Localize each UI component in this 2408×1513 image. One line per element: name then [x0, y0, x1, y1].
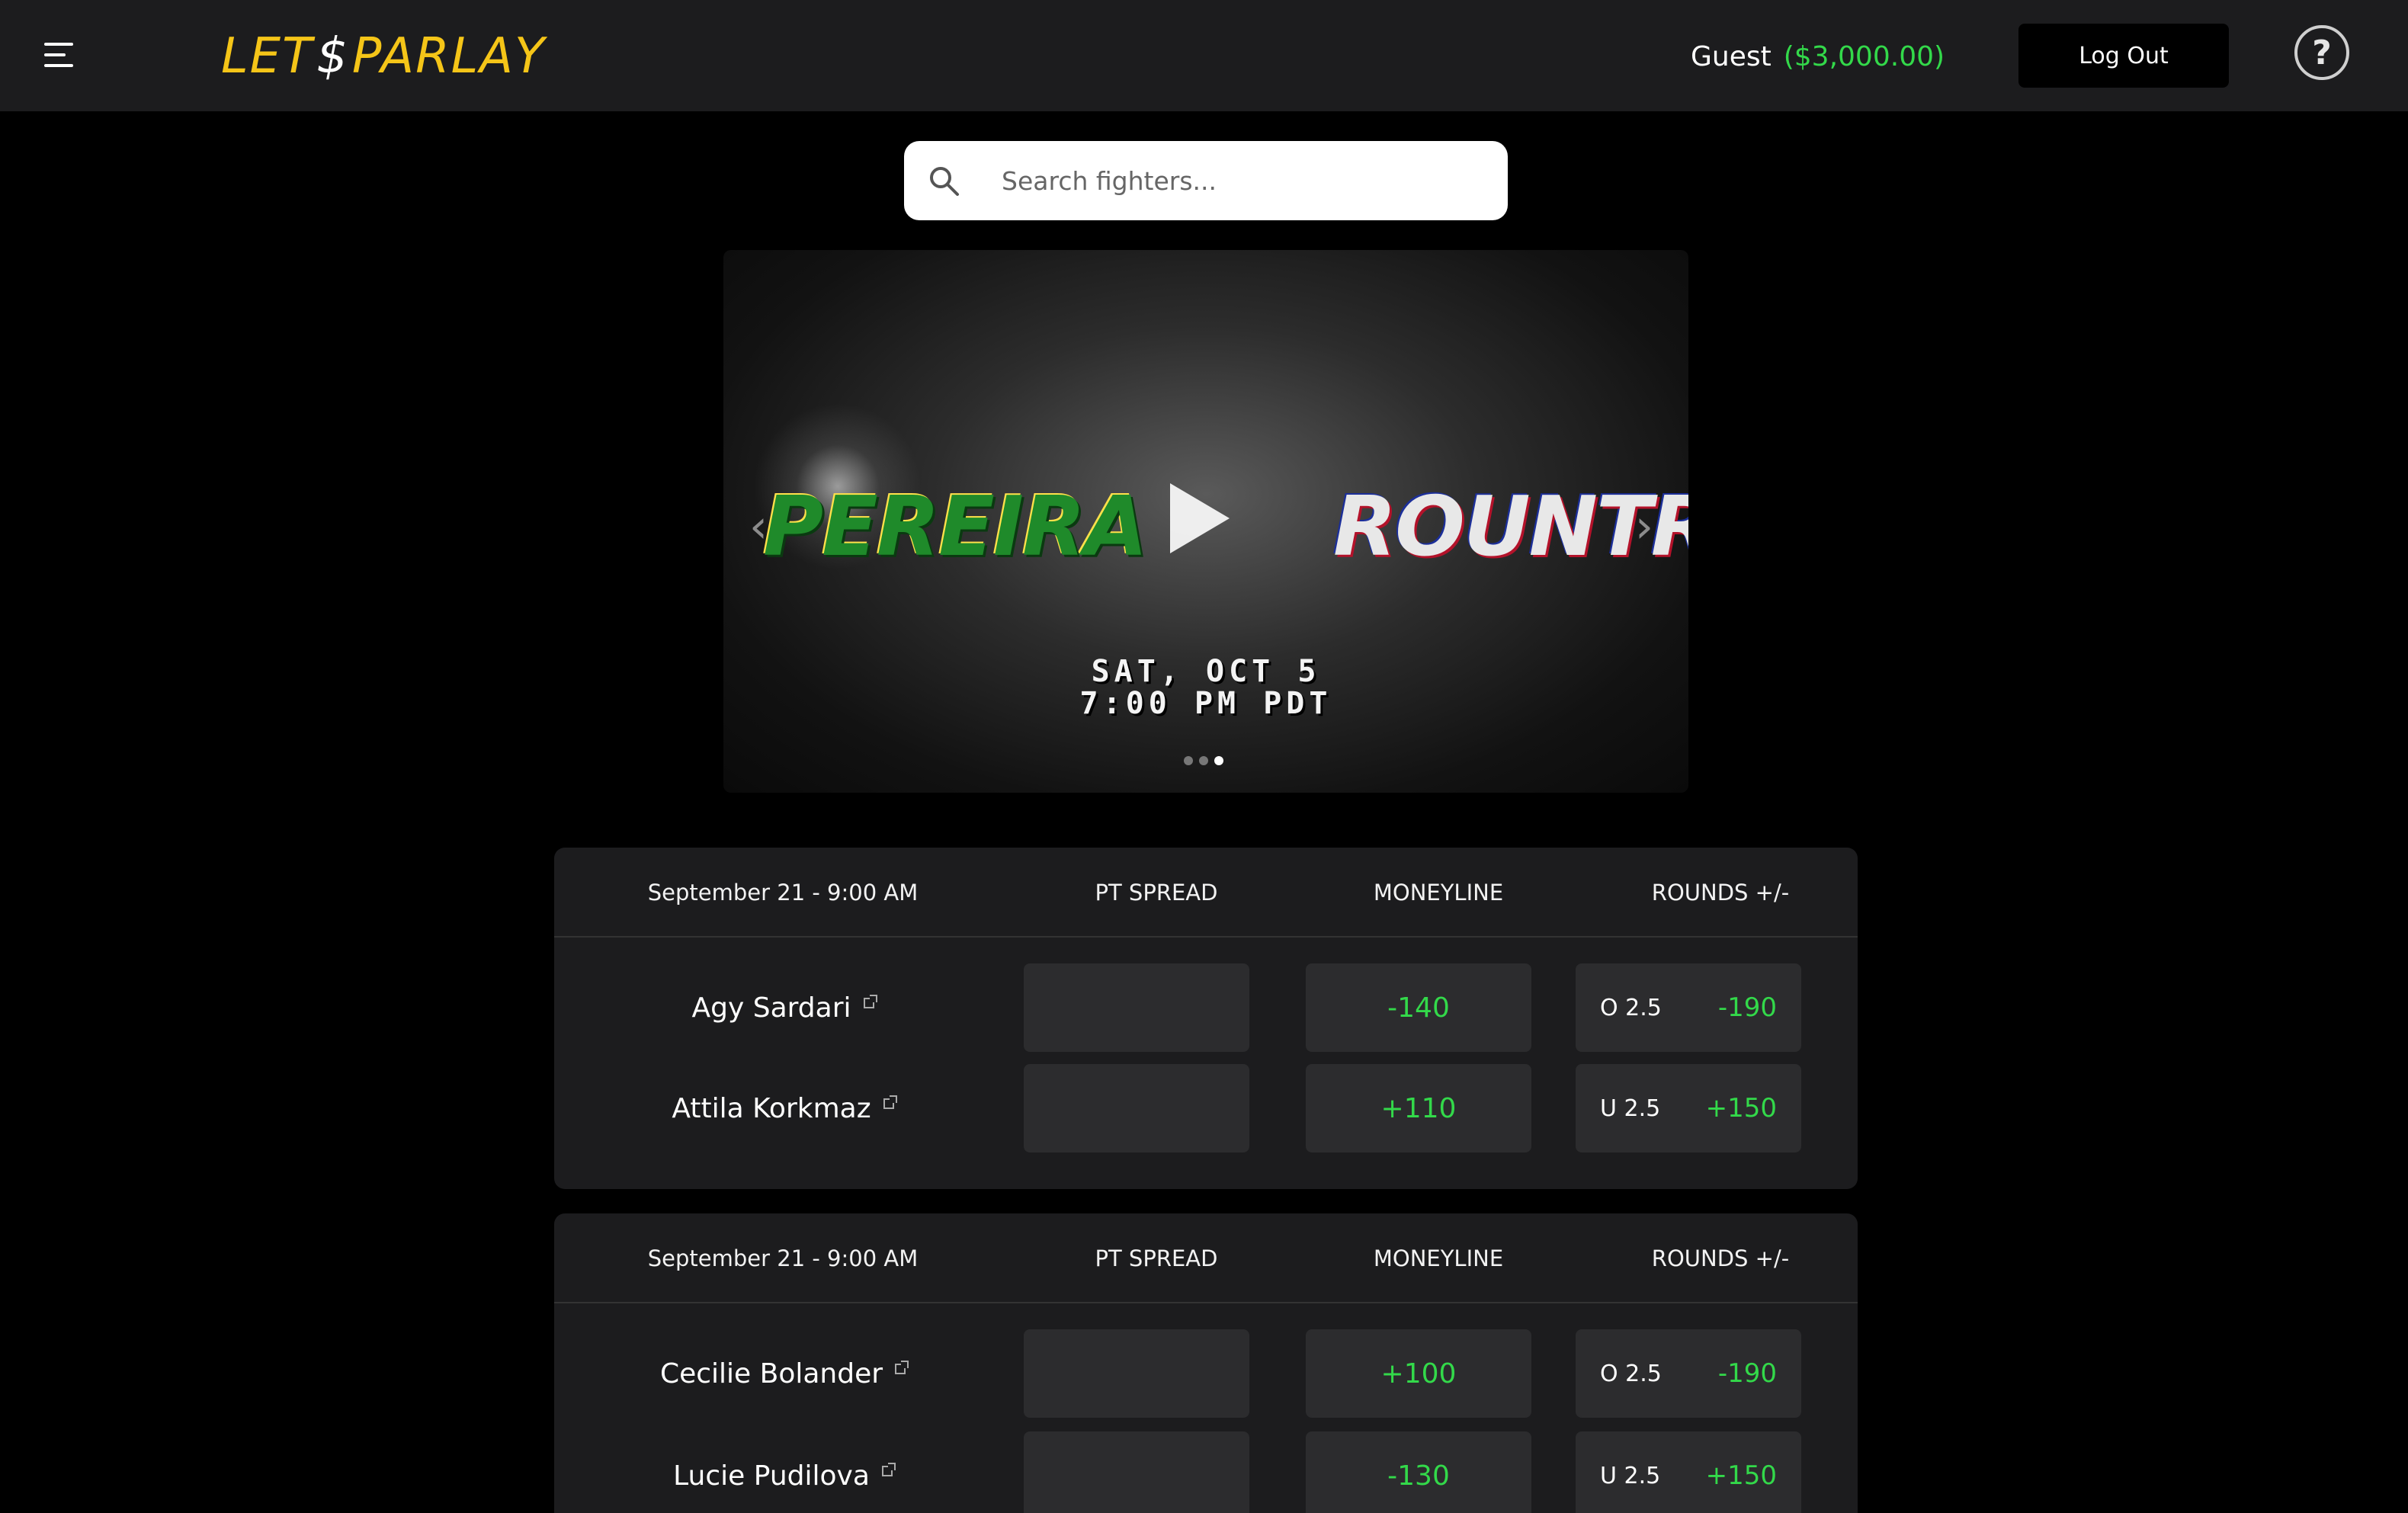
spread-odds-button[interactable] — [1024, 1064, 1249, 1152]
rounds-odds-button[interactable]: O 2.5 -190 — [1576, 1329, 1801, 1418]
account-balance: Guest ($3,000.00) — [1691, 34, 1945, 79]
fighter-name[interactable]: Agy Sardari — [554, 963, 1012, 1052]
external-link-icon[interactable] — [895, 1361, 909, 1374]
play-video-icon[interactable] — [1170, 483, 1230, 553]
rounds-price: +150 — [1705, 1460, 1777, 1491]
banner-fighter-left-name: PEREIRA — [763, 479, 1148, 575]
rounds-line: O 2.5 — [1600, 994, 1662, 1021]
user-name: Guest — [1691, 40, 1772, 72]
hamburger-menu-icon[interactable] — [44, 43, 75, 69]
carousel-indicator — [1184, 756, 1223, 765]
help-icon[interactable]: ? — [2294, 25, 2349, 80]
rounds-odds-button[interactable]: O 2.5 -190 — [1576, 963, 1801, 1052]
rounds-odds-button[interactable]: U 2.5 +150 — [1576, 1064, 1801, 1152]
fight-date: September 21 - 9:00 AM — [647, 880, 919, 906]
moneyline-odds-button[interactable]: -130 — [1306, 1431, 1531, 1513]
fighter-row: Agy Sardari -140 O 2.5 -190 — [554, 963, 1858, 1052]
logo-dollar-symbol: $ — [316, 28, 349, 85]
rounds-line: U 2.5 — [1600, 1095, 1661, 1122]
carousel-prev-arrow-icon[interactable]: ‹ — [749, 500, 768, 553]
balance-amount: ($3,000.00) — [1783, 40, 1945, 72]
carousel-dot[interactable] — [1184, 756, 1193, 765]
event-banner-carousel[interactable]: PEREIRA ROUNTREE ‹ › SAT, OCT 5 7:00 PM … — [723, 250, 1688, 793]
fight-card-header: September 21 - 9:00 AM PT SPREAD MONEYLI… — [554, 1213, 1858, 1303]
spread-odds-button[interactable] — [1024, 1329, 1249, 1418]
top-navbar: LET $ PARLAY Guest ($3,000.00) Log Out ? — [0, 0, 2408, 111]
fighter-row: Attila Korkmaz +110 U 2.5 +150 — [554, 1064, 1858, 1152]
banner-event-time: 7:00 PM PDT — [1079, 686, 1332, 721]
column-header-moneyline: MONEYLINE — [1373, 1245, 1504, 1271]
moneyline-odds-button[interactable]: +110 — [1306, 1064, 1531, 1152]
column-header-moneyline: MONEYLINE — [1373, 880, 1504, 906]
carousel-next-arrow-icon[interactable]: › — [1635, 500, 1653, 553]
fight-card: September 21 - 9:00 AM PT SPREAD MONEYLI… — [554, 1213, 1858, 1513]
column-header-spread: PT SPREAD — [1095, 1245, 1218, 1271]
search-bar — [904, 141, 1508, 220]
column-header-rounds: ROUNDS +/- — [1651, 880, 1790, 906]
app-logo[interactable]: LET $ PARLAY — [221, 26, 546, 87]
external-link-icon[interactable] — [883, 1095, 897, 1109]
logo-text-right: PARLAY — [351, 28, 547, 85]
fighter-name[interactable]: Cecilie Bolander — [554, 1329, 1012, 1418]
external-link-icon[interactable] — [863, 995, 877, 1008]
column-header-rounds: ROUNDS +/- — [1651, 1245, 1790, 1271]
banner-event-date: SAT, OCT 5 — [1091, 654, 1321, 689]
moneyline-odds-button[interactable]: -140 — [1306, 963, 1531, 1052]
rounds-odds-button[interactable]: U 2.5 +150 — [1576, 1431, 1801, 1513]
log-out-button[interactable]: Log Out — [2018, 24, 2229, 88]
column-header-spread: PT SPREAD — [1095, 880, 1218, 906]
rounds-line: O 2.5 — [1600, 1360, 1662, 1387]
carousel-dot[interactable] — [1199, 756, 1208, 765]
carousel-dot-active[interactable] — [1214, 756, 1223, 765]
fight-card: September 21 - 9:00 AM PT SPREAD MONEYLI… — [554, 848, 1858, 1189]
spread-odds-button[interactable] — [1024, 963, 1249, 1052]
search-icon — [930, 167, 959, 196]
fight-card-header: September 21 - 9:00 AM PT SPREAD MONEYLI… — [554, 848, 1858, 938]
fight-date: September 21 - 9:00 AM — [647, 1245, 919, 1271]
external-link-icon[interactable] — [881, 1463, 896, 1476]
spread-odds-button[interactable] — [1024, 1431, 1249, 1513]
fighter-row: Cecilie Bolander +100 O 2.5 -190 — [554, 1329, 1858, 1418]
rounds-price: -190 — [1717, 992, 1777, 1023]
fighter-name[interactable]: Lucie Pudilova — [554, 1431, 1012, 1513]
logo-text-left: LET — [221, 28, 314, 85]
moneyline-odds-button[interactable]: +100 — [1306, 1329, 1531, 1418]
fighter-row: Lucie Pudilova -130 U 2.5 +150 — [554, 1431, 1858, 1513]
search-input[interactable] — [1002, 156, 1474, 205]
rounds-price: -190 — [1717, 1358, 1777, 1389]
fighter-name[interactable]: Attila Korkmaz — [554, 1064, 1012, 1152]
rounds-price: +150 — [1705, 1093, 1777, 1124]
rounds-line: U 2.5 — [1600, 1462, 1661, 1489]
